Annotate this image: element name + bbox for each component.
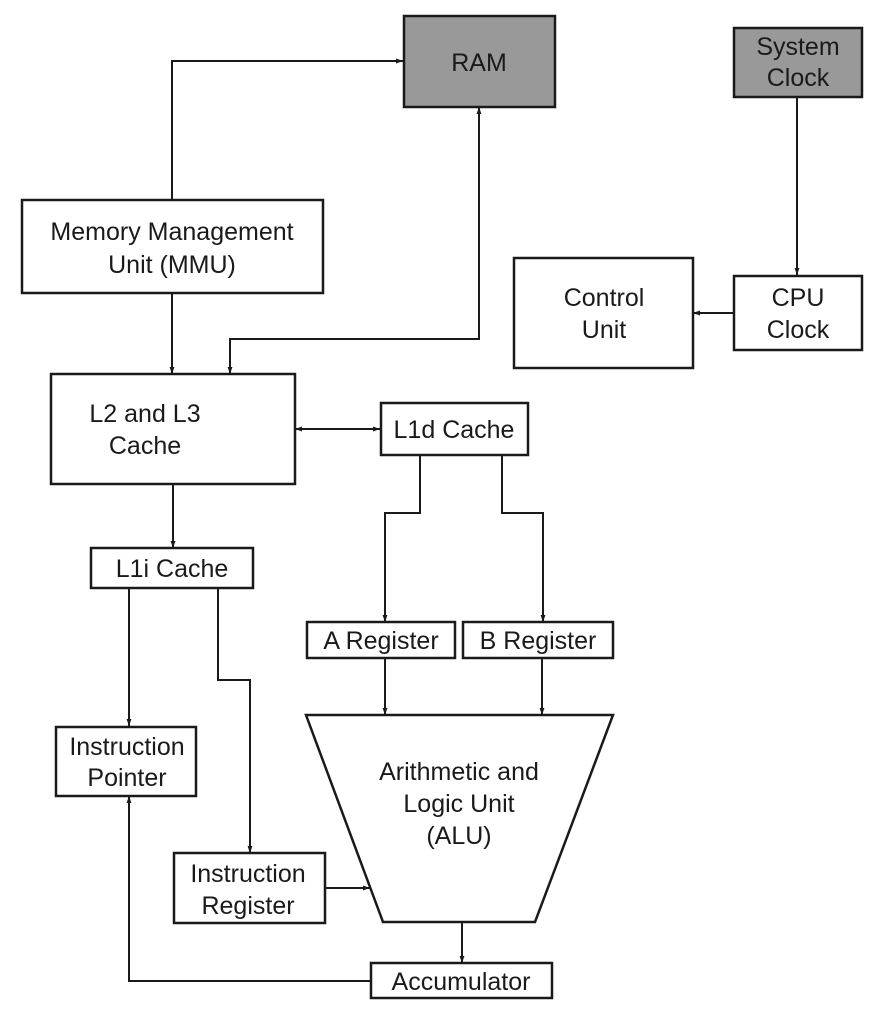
edge-l1i-to-instruction-register	[217, 588, 253, 853]
accumulator-label: Accumulator	[392, 968, 531, 996]
instruction-pointer-label-line1: Instruction	[69, 733, 184, 761]
node-alu: Arithmetic and Logic Unit (ALU)	[304, 713, 615, 924]
cpu-clock-label-line2: Clock	[767, 316, 830, 344]
cpu-clock-label-line1: CPU	[772, 284, 825, 312]
alu-label-line1: Arithmetic and	[379, 758, 539, 786]
node-l1i-cache: L1i Cache	[89, 546, 255, 590]
instruction-pointer-label-line2: Pointer	[87, 764, 166, 792]
node-cpu-clock: CPU Clock	[732, 274, 864, 352]
system-clock-label-line2: Clock	[767, 64, 830, 92]
node-instruction-pointer: Instruction Pointer	[54, 725, 198, 798]
l1d-cache-label: L1d Cache	[394, 416, 515, 444]
l2-l3-cache-label-line2: Cache	[109, 432, 181, 460]
l1i-cache-label: L1i Cache	[116, 555, 229, 583]
control-unit-label-line1: Control	[564, 284, 645, 312]
cpu-diagram: RAM System Clock Memory Management Unit …	[20, 14, 864, 1000]
mmu-label-line1: Memory Management	[50, 218, 293, 246]
node-b-register: B Register	[461, 620, 615, 660]
node-ram: RAM	[402, 14, 557, 109]
edge-l1d-to-bregister	[501, 455, 546, 622]
a-register-label: A Register	[323, 627, 438, 655]
b-register-label: B Register	[480, 627, 597, 655]
node-l1d-cache: L1d Cache	[379, 401, 530, 457]
alu-label-line2: Logic Unit	[403, 790, 514, 818]
mmu-label-line2: Unit (MMU)	[108, 251, 236, 279]
system-clock-label-line1: System	[756, 33, 839, 61]
alu-trapezoid	[304, 713, 615, 924]
ram-label: RAM	[451, 49, 507, 77]
instruction-register-label-line2: Register	[201, 892, 294, 920]
node-accumulator: Accumulator	[369, 961, 554, 1000]
instruction-register-label-line1: Instruction	[190, 860, 305, 888]
alu-label-line3: (ALU)	[426, 822, 491, 850]
control-unit-label-line2: Unit	[582, 316, 627, 344]
node-instruction-register: Instruction Register	[172, 851, 327, 925]
node-a-register: A Register	[305, 620, 457, 660]
l2-l3-cache-label-line1: L2 and L3	[89, 400, 200, 428]
node-mmu: Memory Management Unit (MMU)	[20, 198, 325, 295]
edge-mmu-to-ram	[171, 58, 403, 200]
node-l2-l3-cache: L2 and L3 Cache	[49, 372, 297, 486]
edge-l1d-to-aregister	[382, 455, 421, 622]
node-system-clock: System Clock	[732, 26, 864, 99]
node-control-unit: Control Unit	[512, 256, 695, 370]
